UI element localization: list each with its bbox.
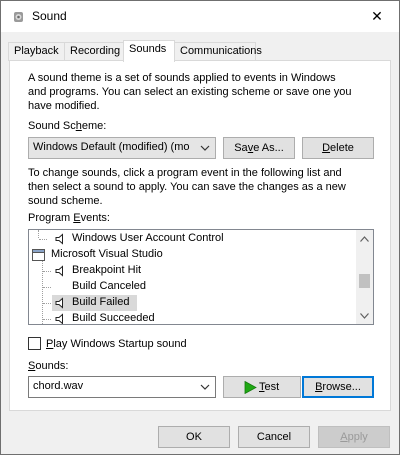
ok-button[interactable]: OK bbox=[158, 426, 230, 448]
startup-sound-checkbox[interactable] bbox=[28, 337, 41, 350]
window-title: Sound bbox=[32, 9, 67, 23]
close-button[interactable]: ✕ bbox=[355, 1, 399, 32]
change-line-2: then select a sound to apply. You can sa… bbox=[28, 181, 346, 193]
sound-dialog: Sound ✕ Playback Recording Sounds Commun… bbox=[0, 0, 400, 455]
speaker-icon bbox=[55, 297, 63, 309]
tree-connector bbox=[43, 319, 51, 320]
browse-button[interactable]: Browse... bbox=[302, 376, 374, 398]
scroll-down-button[interactable] bbox=[356, 307, 373, 324]
event-item-build-failed[interactable]: Build Failed bbox=[29, 295, 357, 311]
apply-button[interactable]: Apply bbox=[318, 426, 390, 448]
chevron-up-icon bbox=[360, 235, 369, 242]
event-item-breakpoint-hit[interactable]: Breakpoint Hit bbox=[29, 263, 357, 279]
save-as-button[interactable]: Save As... bbox=[223, 137, 295, 159]
tab-playback[interactable]: Playback bbox=[8, 42, 65, 61]
title-bar: Sound ✕ bbox=[1, 1, 399, 32]
sounds-label: Sounds: bbox=[28, 360, 69, 372]
application-icon bbox=[32, 249, 45, 261]
tree-connector bbox=[39, 239, 47, 240]
tree-connector bbox=[43, 287, 51, 288]
program-events-list[interactable]: Windows User Account Control Microsoft V… bbox=[28, 229, 374, 325]
sound-scheme-select[interactable]: Windows Default (modified) (mo bbox=[28, 137, 216, 159]
intro-line-1: A sound theme is a set of sounds applied… bbox=[28, 72, 336, 84]
event-item-windows-uac[interactable]: Windows User Account Control bbox=[29, 231, 357, 247]
close-icon: ✕ bbox=[371, 8, 383, 24]
chevron-down-icon bbox=[360, 312, 369, 319]
startup-sound-label[interactable]: Play Windows Startup sound bbox=[46, 337, 187, 351]
tree-connector bbox=[43, 271, 51, 272]
program-events-label: Program Events: bbox=[28, 212, 110, 224]
sound-scheme-label: Sound Scheme: bbox=[28, 120, 107, 132]
tab-sounds[interactable]: Sounds bbox=[123, 40, 175, 62]
event-item-build-canceled[interactable]: Build Canceled bbox=[29, 279, 357, 295]
sound-scheme-value: Windows Default (modified) (mo bbox=[33, 141, 190, 153]
scroll-thumb[interactable] bbox=[359, 274, 370, 288]
play-icon bbox=[244, 381, 257, 394]
tab-recording[interactable]: Recording bbox=[64, 42, 124, 61]
speaker-icon bbox=[55, 265, 63, 277]
tree-connector bbox=[43, 303, 51, 304]
sounds-panel: A sound theme is a set of sounds applied… bbox=[9, 60, 391, 411]
event-item-build-succeeded[interactable]: Build Succeeded bbox=[29, 311, 357, 324]
speaker-app-icon bbox=[14, 12, 23, 22]
intro-line-3: have modified. bbox=[28, 100, 100, 112]
speaker-icon bbox=[55, 233, 63, 245]
sound-file-value: chord.wav bbox=[33, 380, 84, 392]
chevron-down-icon bbox=[200, 384, 210, 390]
chevron-down-icon bbox=[200, 145, 210, 151]
tab-communications[interactable]: Communications bbox=[174, 42, 262, 61]
intro-line-2: and programs. You can select an existing… bbox=[28, 86, 352, 98]
change-line-3: sound scheme. bbox=[28, 195, 103, 207]
scroll-up-button[interactable] bbox=[356, 230, 373, 247]
speaker-icon bbox=[55, 313, 63, 324]
change-line-1: To change sounds, click a program event … bbox=[28, 167, 342, 179]
test-button[interactable]: Test bbox=[223, 376, 301, 398]
delete-button[interactable]: Delete bbox=[302, 137, 374, 159]
event-group-visual-studio[interactable]: Microsoft Visual Studio bbox=[29, 247, 357, 263]
sound-file-select[interactable]: chord.wav bbox=[28, 376, 216, 398]
cancel-button[interactable]: Cancel bbox=[238, 426, 310, 448]
events-scrollbar[interactable] bbox=[356, 230, 373, 324]
